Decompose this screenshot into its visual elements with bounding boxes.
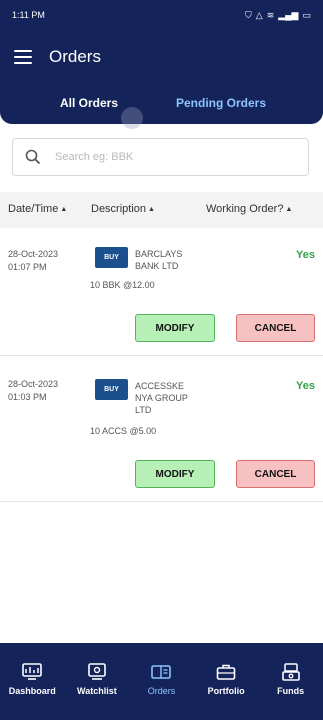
status-icons: ⛉ △ ≋ ▂▄▆ ▭ bbox=[245, 10, 311, 21]
menu-icon[interactable] bbox=[14, 50, 32, 64]
tab-all-orders[interactable]: All Orders bbox=[60, 96, 118, 110]
dashboard-icon bbox=[22, 663, 43, 680]
app-header: Orders All Orders Pending Orders bbox=[0, 30, 323, 129]
nav-portfolio[interactable]: Portfolio bbox=[194, 643, 259, 720]
signal-icon: ▂▄▆ bbox=[278, 9, 299, 20]
column-working-order[interactable]: Working Order? ▲ bbox=[206, 203, 292, 215]
orders-icon bbox=[151, 665, 172, 679]
table-header: Date/Time ▲ Description ▲ Working Order? ▲ bbox=[0, 192, 323, 228]
search-input[interactable] bbox=[55, 151, 285, 163]
order-row[interactable]: 28-Oct-2023 01:07 PM BUY BARCLAYS BANK L… bbox=[0, 228, 323, 356]
funds-icon bbox=[281, 663, 300, 681]
search-box[interactable] bbox=[12, 138, 309, 176]
nav-orders[interactable]: Orders bbox=[129, 643, 194, 720]
cancel-button[interactable]: CANCEL bbox=[236, 314, 315, 342]
working-order-status: Yes bbox=[296, 380, 315, 392]
battery-icon: ▭ bbox=[302, 9, 311, 20]
touch-ripple bbox=[121, 107, 143, 129]
order-instrument: ACCESSKE NYA GROUP LTD bbox=[135, 381, 188, 415]
sort-up-icon: ▲ bbox=[60, 205, 68, 213]
status-time: 1:11 PM bbox=[12, 10, 45, 20]
buy-badge: BUY bbox=[95, 247, 128, 268]
modify-button[interactable]: MODIFY bbox=[135, 314, 215, 342]
order-datetime: 28-Oct-2023 01:07 PM bbox=[8, 249, 59, 272]
sort-up-icon: ▲ bbox=[148, 205, 155, 213]
alert-icon: △ bbox=[255, 9, 263, 20]
working-order-status: Yes bbox=[296, 249, 315, 261]
cancel-button[interactable]: CANCEL bbox=[236, 460, 315, 488]
bottom-navigation: Dashboard Watchlist Orders Portfolio Fun… bbox=[0, 643, 323, 720]
column-description[interactable]: Description ▲ bbox=[91, 203, 155, 215]
page-title: Orders bbox=[49, 47, 101, 66]
nav-dashboard[interactable]: Dashboard bbox=[0, 643, 65, 720]
watchlist-icon bbox=[88, 663, 106, 680]
search-icon bbox=[25, 149, 41, 165]
buy-badge: BUY bbox=[95, 379, 128, 400]
orders-screen: 1:11 PM ⛉ △ ≋ ▂▄▆ ▭ Orders All Orders Pe… bbox=[0, 0, 323, 720]
nav-funds[interactable]: Funds bbox=[258, 643, 323, 720]
status-bar: 1:11 PM ⛉ △ ≋ ▂▄▆ ▭ bbox=[0, 0, 323, 30]
order-row[interactable]: 28-Oct-2023 01:03 PM BUY ACCESSKE NYA GR… bbox=[0, 356, 323, 502]
tab-pending-orders[interactable]: Pending Orders bbox=[176, 96, 266, 110]
portfolio-icon bbox=[216, 664, 236, 680]
order-instrument: BARCLAYS BANK LTD bbox=[135, 249, 183, 271]
nav-watchlist[interactable]: Watchlist bbox=[65, 643, 130, 720]
modify-button[interactable]: MODIFY bbox=[135, 460, 215, 488]
sort-up-icon: ▲ bbox=[285, 205, 293, 213]
order-quantity: 10 ACCS @5.00 bbox=[90, 426, 157, 436]
wifi-icon: ≋ bbox=[266, 9, 275, 20]
column-date-time[interactable]: Date/Time ▲ bbox=[8, 203, 67, 215]
order-datetime: 28-Oct-2023 01:03 PM bbox=[8, 379, 59, 402]
shield-icon: ⛉ bbox=[245, 9, 252, 20]
order-quantity: 10 BBK @12.00 bbox=[90, 280, 155, 290]
